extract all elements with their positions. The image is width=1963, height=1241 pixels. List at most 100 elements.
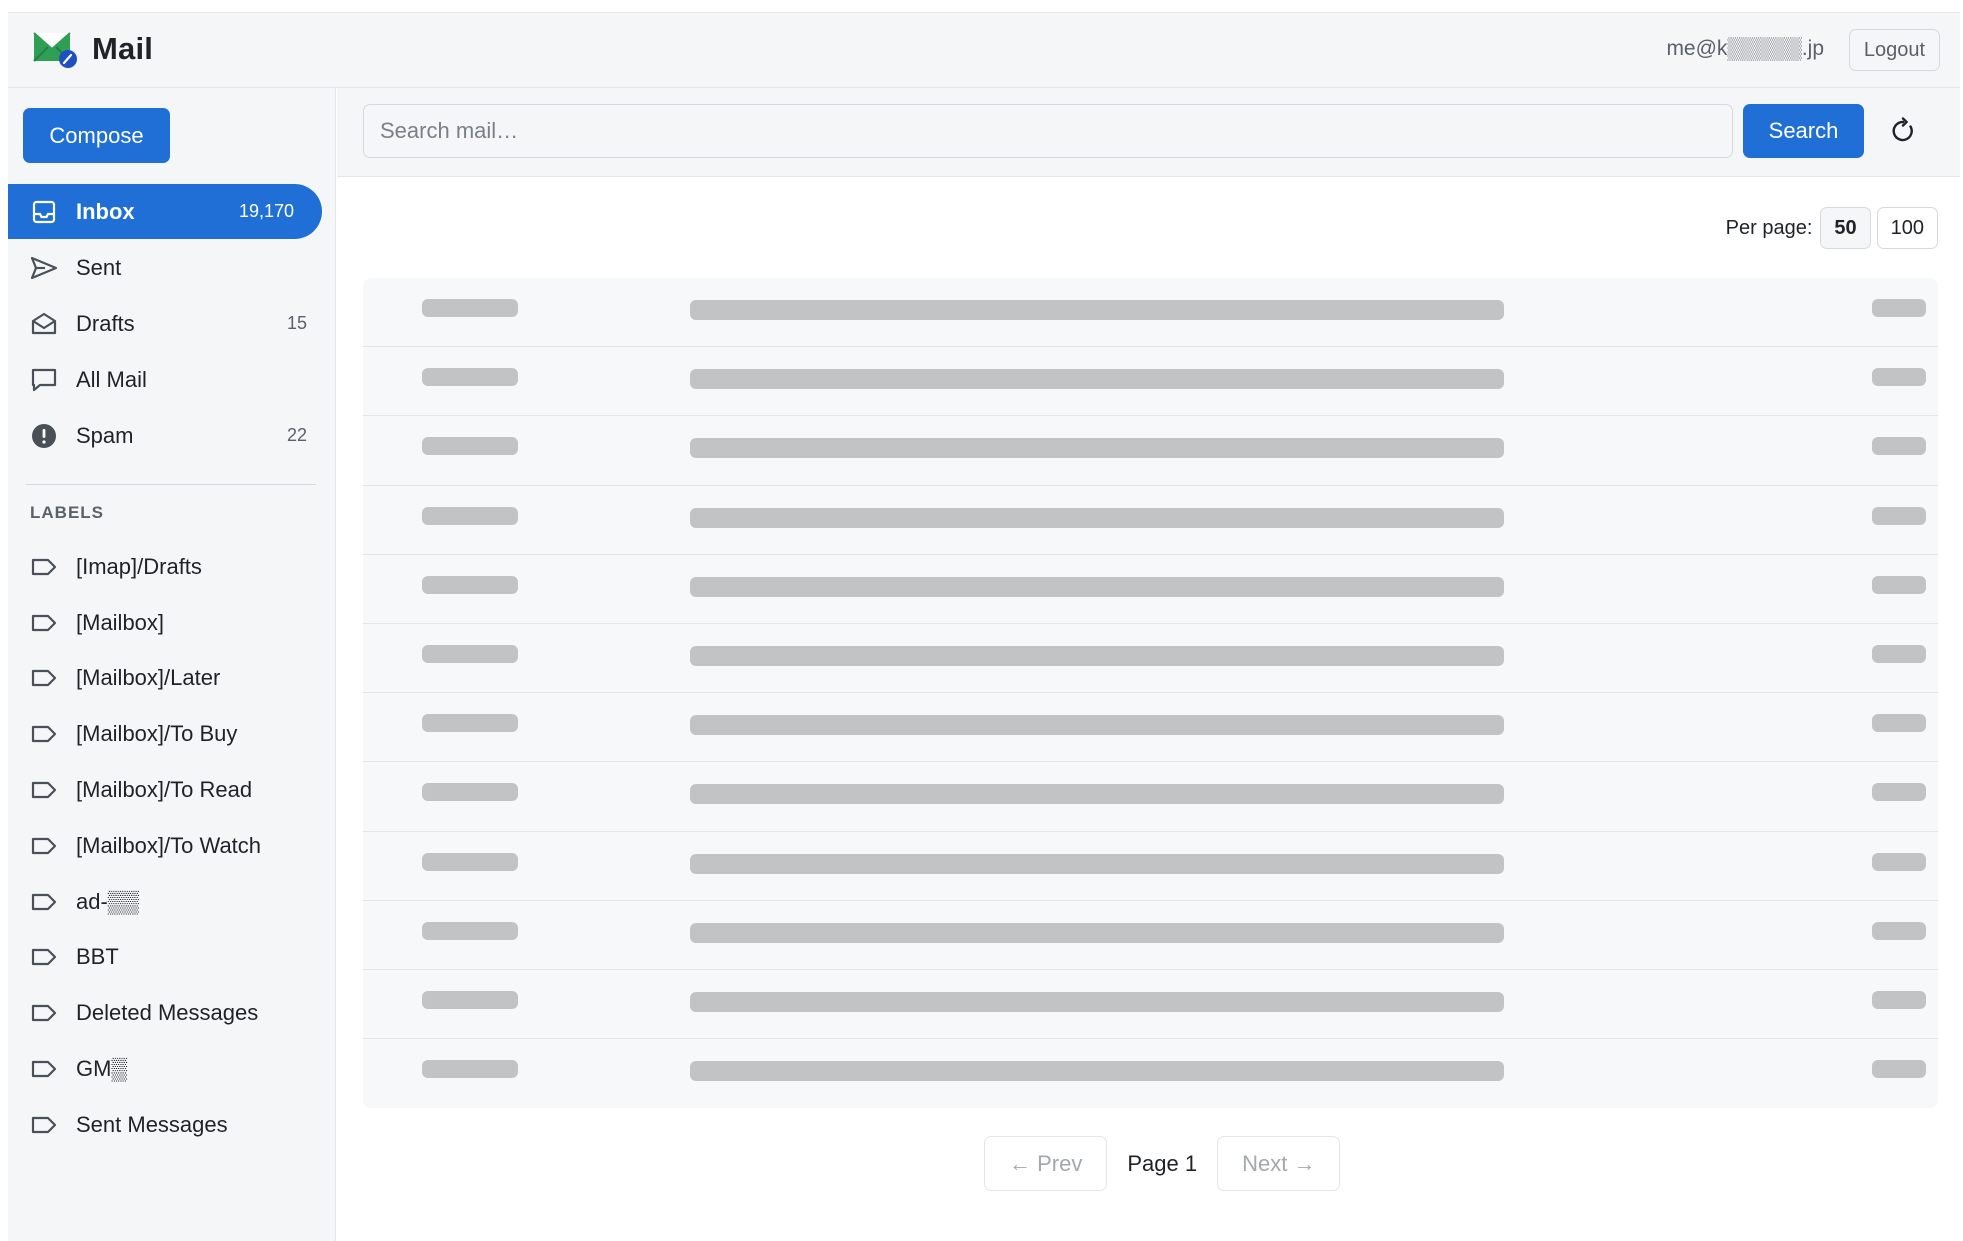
- sidebar-item-inbox[interactable]: Inbox 19,170: [8, 184, 322, 239]
- sidebar-label-item[interactable]: BBT: [8, 930, 335, 986]
- sidebar-item-sent[interactable]: Sent: [8, 240, 335, 295]
- subject-placeholder: [690, 507, 1504, 528]
- message-row-skeleton: [363, 762, 1938, 832]
- tag-icon: [30, 776, 58, 804]
- sidebar-item-label: Spam: [76, 422, 134, 448]
- label-name: [Mailbox]/To Watch: [76, 832, 262, 858]
- subject-placeholder: [690, 576, 1504, 597]
- message-row-skeleton: [363, 901, 1938, 970]
- label-name: [Mailbox]/Later: [76, 665, 221, 691]
- date-placeholder: [1872, 299, 1926, 317]
- subject-placeholder: [690, 991, 1504, 1012]
- sender-placeholder: [422, 299, 518, 317]
- sidebar-label-item[interactable]: Deleted Messages: [8, 985, 335, 1041]
- mailbox-nav: Inbox 19,170 Sent Drafts 15 All Mail Spa…: [8, 184, 335, 464]
- sidebar-label-item[interactable]: [Imap]/Drafts: [8, 539, 335, 595]
- date-placeholder: [1872, 506, 1926, 525]
- date-placeholder: [1872, 783, 1926, 802]
- sender-placeholder: [422, 990, 518, 1009]
- sender-placeholder: [422, 368, 518, 387]
- subject-placeholder: [690, 853, 1504, 874]
- subject-placeholder: [690, 369, 1504, 390]
- date-placeholder: [1872, 575, 1926, 594]
- date-placeholder: [1872, 852, 1926, 871]
- tag-icon: [30, 609, 58, 637]
- sender-placeholder: [422, 852, 518, 871]
- logout-button[interactable]: Logout: [1848, 29, 1940, 71]
- date-placeholder: [1872, 1060, 1926, 1079]
- tag-icon: [30, 943, 58, 971]
- date-placeholder: [1872, 921, 1926, 940]
- search-bar: Search: [337, 88, 1960, 177]
- envelope-open-icon: [30, 310, 58, 338]
- main-content: Search Per page: 50 100 ← Prev Page 1 Ne…: [337, 88, 1960, 1241]
- sidebar-label-item[interactable]: ad-▒▒: [8, 874, 335, 930]
- sidebar-item-label: All Mail: [76, 366, 147, 392]
- sender-placeholder: [422, 783, 518, 802]
- sidebar-item-spam[interactable]: Spam 22: [8, 408, 335, 463]
- alert-icon: [30, 422, 58, 450]
- subject-placeholder: [690, 300, 1504, 320]
- sidebar-label-item[interactable]: GM▒: [8, 1041, 335, 1097]
- per-page-control: Per page: 50 100: [1726, 207, 1938, 249]
- message-row-skeleton: [363, 347, 1938, 417]
- sidebar-item-label: Inbox: [76, 198, 135, 224]
- message-row-skeleton: [363, 486, 1938, 555]
- sender-placeholder: [422, 1060, 518, 1079]
- tag-icon: [30, 999, 58, 1027]
- next-page-button[interactable]: Next →: [1217, 1136, 1341, 1191]
- refresh-icon[interactable]: [1884, 112, 1922, 150]
- label-name: BBT: [76, 944, 119, 970]
- message-row-skeleton: [363, 416, 1938, 486]
- tag-icon: [30, 832, 58, 860]
- user-email: me@k▒▒▒▒▒.jp: [1666, 37, 1824, 60]
- tag-icon: [30, 1055, 58, 1083]
- unread-count: 22: [286, 425, 307, 445]
- message-row-skeleton: [363, 1039, 1938, 1108]
- sidebar-item-all-mail[interactable]: All Mail: [8, 352, 335, 407]
- date-placeholder: [1872, 437, 1926, 456]
- tag-icon: [30, 888, 58, 916]
- date-placeholder: [1872, 990, 1926, 1009]
- search-button[interactable]: Search: [1743, 104, 1864, 158]
- pagination: ← Prev Page 1 Next →: [984, 1136, 1341, 1191]
- label-name: [Imap]/Drafts: [76, 553, 202, 579]
- sidebar-label-item[interactable]: [Mailbox]/To Read: [8, 762, 335, 818]
- message-row-skeleton: [363, 693, 1938, 763]
- label-name: Sent Messages: [76, 1111, 228, 1137]
- label-name: Deleted Messages: [76, 1000, 259, 1026]
- per-page-100-button[interactable]: 100: [1876, 207, 1938, 249]
- label-name: GM▒: [76, 1056, 128, 1082]
- subject-placeholder: [690, 922, 1504, 943]
- unread-count: 19,170: [238, 201, 294, 221]
- sidebar-item-label: Sent: [76, 254, 122, 280]
- sidebar-label-item[interactable]: [Mailbox]: [8, 595, 335, 651]
- message-list-loading: [363, 278, 1938, 1109]
- per-page-50-button[interactable]: 50: [1820, 207, 1871, 249]
- page-indicator: Page 1: [1127, 1150, 1198, 1176]
- tag-icon: [30, 553, 58, 581]
- sidebar-item-label: Drafts: [76, 310, 135, 336]
- inbox-icon: [30, 198, 58, 226]
- sender-placeholder: [422, 921, 518, 940]
- sidebar-label-item[interactable]: [Mailbox]/To Watch: [8, 818, 335, 874]
- app-window: Mail me@k▒▒▒▒▒.jp Logout Compose Inbox 1…: [8, 12, 1960, 1241]
- label-name: ad-▒▒: [76, 888, 139, 914]
- per-page-label: Per page:: [1725, 216, 1813, 239]
- label-name: [Mailbox]: [76, 609, 165, 635]
- unread-count: 15: [286, 313, 307, 333]
- subject-placeholder: [690, 1061, 1504, 1082]
- app-name: Mail: [92, 31, 154, 66]
- sidebar-label-item[interactable]: [Mailbox]/Later: [8, 651, 335, 707]
- sidebar-label-item[interactable]: Sent Messages: [8, 1097, 335, 1153]
- prev-page-button[interactable]: ← Prev: [984, 1136, 1108, 1191]
- brand[interactable]: Mail: [32, 29, 153, 69]
- compose-button[interactable]: Compose: [23, 108, 170, 163]
- search-input[interactable]: [363, 104, 1733, 158]
- sidebar-divider: [26, 484, 316, 485]
- tag-icon: [30, 1111, 58, 1139]
- tag-icon: [30, 664, 58, 692]
- sidebar-item-drafts[interactable]: Drafts 15: [8, 296, 335, 351]
- sidebar-label-item[interactable]: [Mailbox]/To Buy: [8, 706, 335, 762]
- sender-placeholder: [422, 714, 518, 733]
